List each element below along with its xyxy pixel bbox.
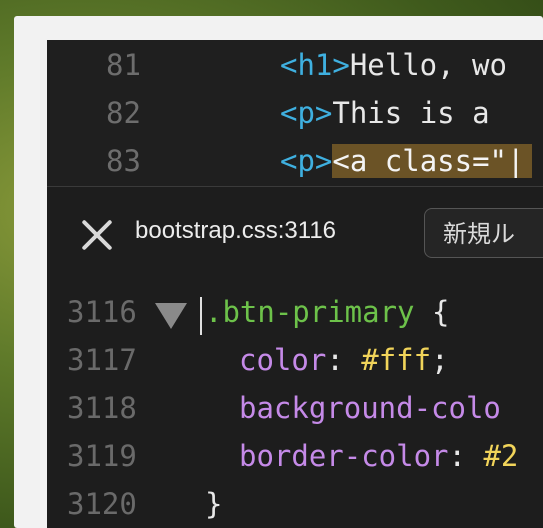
new-rule-button[interactable]: 新規ル [424, 208, 543, 258]
css-line: 3118 background-colo [47, 391, 543, 439]
css-line: 3116 .btn-primary { [47, 295, 543, 343]
css-property[interactable]: background-colo [239, 391, 501, 425]
code-line-selected[interactable]: 83 <p><a class="| [47, 136, 543, 184]
code-line: 82 <p>This is a [47, 88, 543, 136]
css-rule-editor: 3116 .btn-primary { 3117 color: #fff; 31… [47, 275, 543, 528]
css-value[interactable]: #fff [361, 343, 431, 377]
code-text: This is a [332, 96, 490, 130]
closing-brace: } [205, 487, 223, 521]
source-line-number: 3116 [284, 217, 337, 244]
css-property[interactable]: border-color [239, 439, 449, 473]
css-line: 3119 border-color: #2 [67, 439, 519, 473]
line-number: 3120 [67, 487, 137, 521]
css-property[interactable]: color [239, 343, 326, 377]
line-number: 3119 [67, 439, 137, 473]
html-source-pane: 81 <h1>Hello, wo 82 <p>This is a 83 <p><… [47, 40, 543, 186]
line-number: 82 [106, 96, 141, 130]
css-selector[interactable]: .btn-primary [205, 295, 415, 329]
code-text: Hello, wo [349, 48, 507, 82]
html-tag: <h1> [280, 48, 350, 82]
css-line: 3120 } [47, 487, 543, 528]
css-line: 3117 color: #fff; [67, 343, 449, 377]
css-value[interactable]: #2 [483, 439, 518, 473]
line-number: 3117 [67, 343, 137, 377]
line-number: 3116 [67, 295, 137, 329]
line-number: 81 [106, 48, 141, 82]
html-tag: <p> [280, 96, 333, 130]
line-number: 83 [106, 144, 141, 178]
source-file-link[interactable]: bootstrap.css:3116 [135, 217, 336, 245]
code-line: 81 <h1>Hello, wo [47, 40, 543, 88]
text-cursor [200, 297, 202, 335]
line-number: 3118 [67, 391, 137, 425]
close-icon[interactable] [80, 218, 114, 252]
code-editor: 81 <h1>Hello, wo 82 <p>This is a 83 <p><… [47, 40, 543, 528]
html-tag: <p> [280, 144, 333, 178]
filename: bootstrap.css [135, 217, 278, 244]
highlighted-code[interactable]: <a class="| [332, 144, 533, 178]
triangle-down-icon[interactable] [155, 303, 187, 329]
